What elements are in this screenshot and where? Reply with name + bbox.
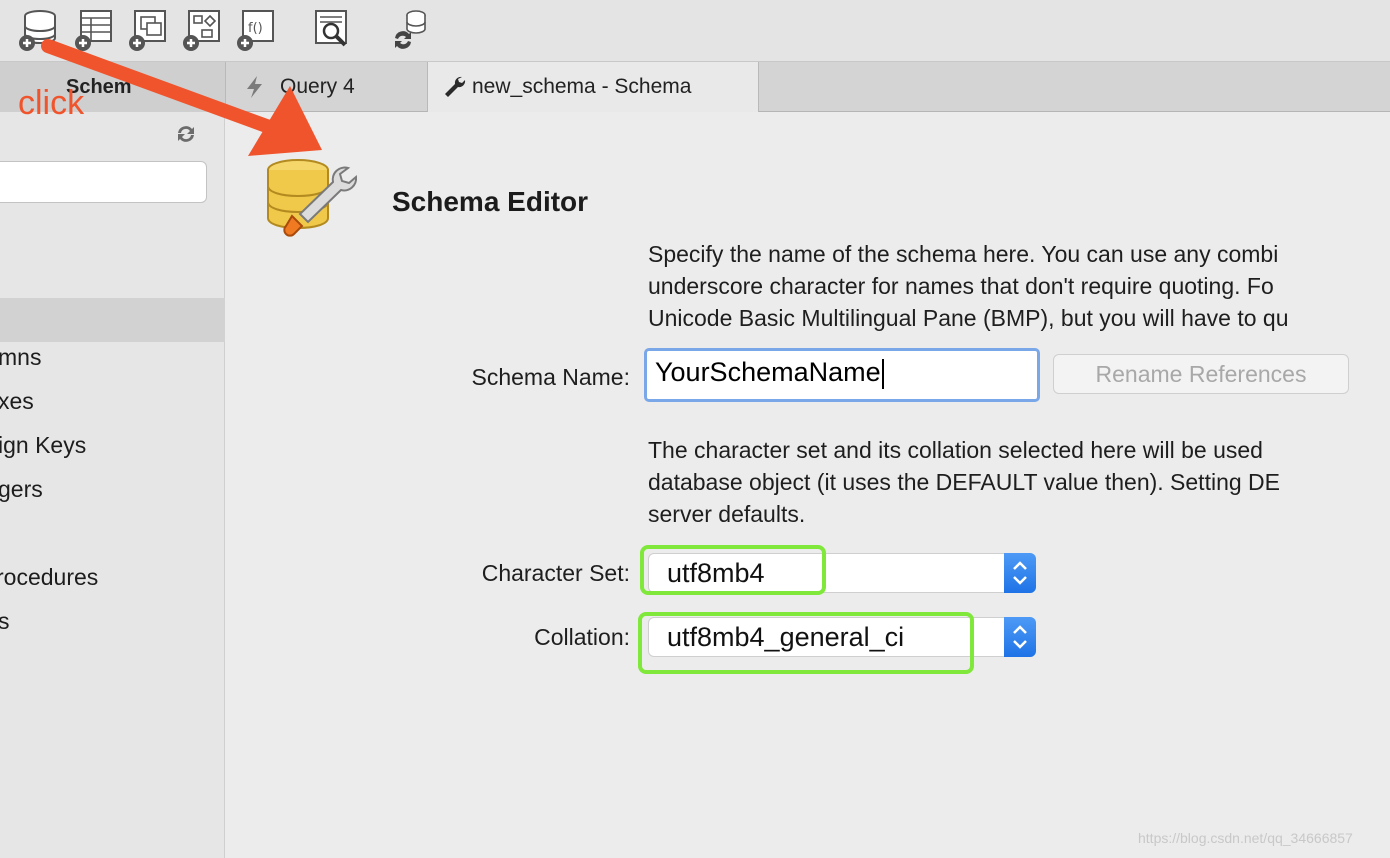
sidebar-item-indexes[interactable]: xes <box>0 388 34 415</box>
tab-query-4[interactable]: Query 4 <box>226 62 428 112</box>
new-schema-icon[interactable] <box>16 6 62 52</box>
wrench-icon <box>442 74 468 100</box>
refresh-icon[interactable] <box>174 122 198 146</box>
tab-query-4-label: Query 4 <box>280 75 355 98</box>
schema-name-value: YourSchemaName <box>655 357 881 387</box>
tab-new-schema-label: new_schema - Schema <box>472 75 692 98</box>
toolbar: f() <box>0 0 1390 62</box>
new-procedure-icon[interactable] <box>180 6 226 52</box>
sidebar-item-triggers[interactable]: gers <box>0 476 43 503</box>
new-table-icon[interactable] <box>72 6 118 52</box>
schema-name-label: Schema Name: <box>471 364 630 390</box>
page-title: Schema Editor <box>392 186 589 217</box>
character-set-highlight <box>640 545 826 595</box>
screenshot-root: f() Schem Query 4 new_schema - Schema mn… <box>0 0 1390 858</box>
sidebar-item-selected[interactable] <box>0 298 225 342</box>
schema-editor-pane: Schema Editor Specify the name of the sc… <box>226 112 1390 858</box>
tab-new-schema[interactable]: new_schema - Schema <box>428 62 759 112</box>
sidebar-item-stored-procedures[interactable]: rocedures <box>0 564 98 591</box>
schema-name-input[interactable]: YourSchemaName <box>644 348 1040 402</box>
collation-label: Collation: <box>534 624 630 650</box>
svg-text:f(): f() <box>248 21 263 36</box>
character-set-stepper-icon[interactable] <box>1004 553 1036 593</box>
new-function-icon[interactable]: f() <box>234 6 280 52</box>
charset-help-line-3: server defaults. <box>648 501 806 527</box>
sidebar-search-input[interactable] <box>0 161 207 203</box>
charset-help-line-1: The character set and its collation sele… <box>648 437 1263 463</box>
new-view-icon[interactable] <box>126 6 172 52</box>
character-set-label: Character Set: <box>481 560 630 586</box>
sidebar-item-functions[interactable]: s <box>0 608 10 635</box>
schema-name-help-line-3: Unicode Basic Multilingual Pane (BMP), b… <box>648 305 1289 331</box>
click-annotation: click <box>18 84 85 122</box>
schema-editor-icon <box>266 156 362 242</box>
tab-bar: Schem Query 4 new_schema - Schema <box>0 62 1390 112</box>
charset-help-line-2: database object (it uses the DEFAULT val… <box>648 469 1280 495</box>
rename-references-button[interactable]: Rename References <box>1053 354 1349 394</box>
collation-stepper-icon[interactable] <box>1004 617 1036 657</box>
watermark: https://blog.csdn.net/qq_34666857 <box>1138 830 1353 846</box>
schema-name-help-line-1: Specify the name of the schema here. You… <box>648 241 1279 267</box>
collation-highlight <box>638 612 974 674</box>
text-caret <box>881 358 884 389</box>
sidebar-item-foreign-keys[interactable]: ign Keys <box>0 432 86 459</box>
sidebar: mns xes ign Keys gers rocedures s <box>0 112 225 858</box>
lightning-icon <box>242 74 268 100</box>
reconnect-icon[interactable] <box>388 6 434 52</box>
schema-name-help-line-2: underscore character for names that don'… <box>648 273 1274 299</box>
sidebar-item-columns[interactable]: mns <box>0 344 41 371</box>
inspector-icon[interactable] <box>310 6 356 52</box>
